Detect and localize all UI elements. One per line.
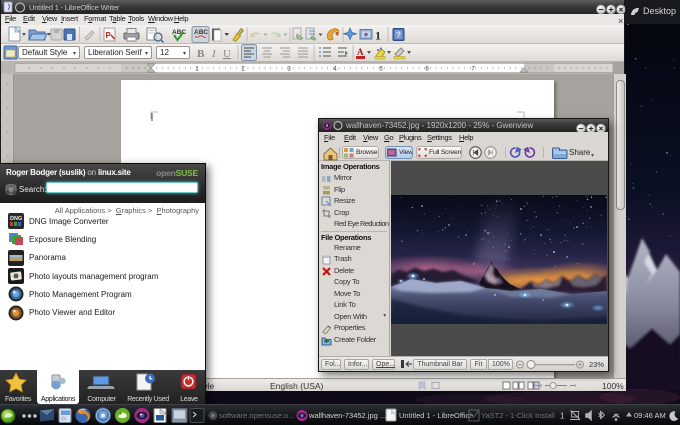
svg-text:B: B bbox=[197, 48, 205, 60]
svg-text:DNG: DNG bbox=[10, 216, 22, 222]
svg-text:09:46 AM: 09:46 AM bbox=[634, 411, 666, 420]
svg-text:A: A bbox=[357, 47, 364, 57]
svg-text:wallhaven-73452.jpg ...: wallhaven-73452.jpg ... bbox=[308, 411, 386, 420]
svg-text:?: ? bbox=[396, 31, 401, 40]
svg-text:I: I bbox=[211, 48, 217, 60]
svg-text:Untitled 1 - LibreOffice: Untitled 1 - LibreOffice bbox=[399, 411, 473, 420]
svg-text:YaST2 - 1-Click Install: YaST2 - 1-Click Install bbox=[481, 411, 555, 420]
svg-text:1: 1 bbox=[560, 412, 565, 421]
svg-text:software.opensuse.o...: software.opensuse.o... bbox=[219, 411, 294, 420]
svg-text:1: 1 bbox=[375, 29, 381, 43]
svg-text:U: U bbox=[223, 48, 231, 60]
